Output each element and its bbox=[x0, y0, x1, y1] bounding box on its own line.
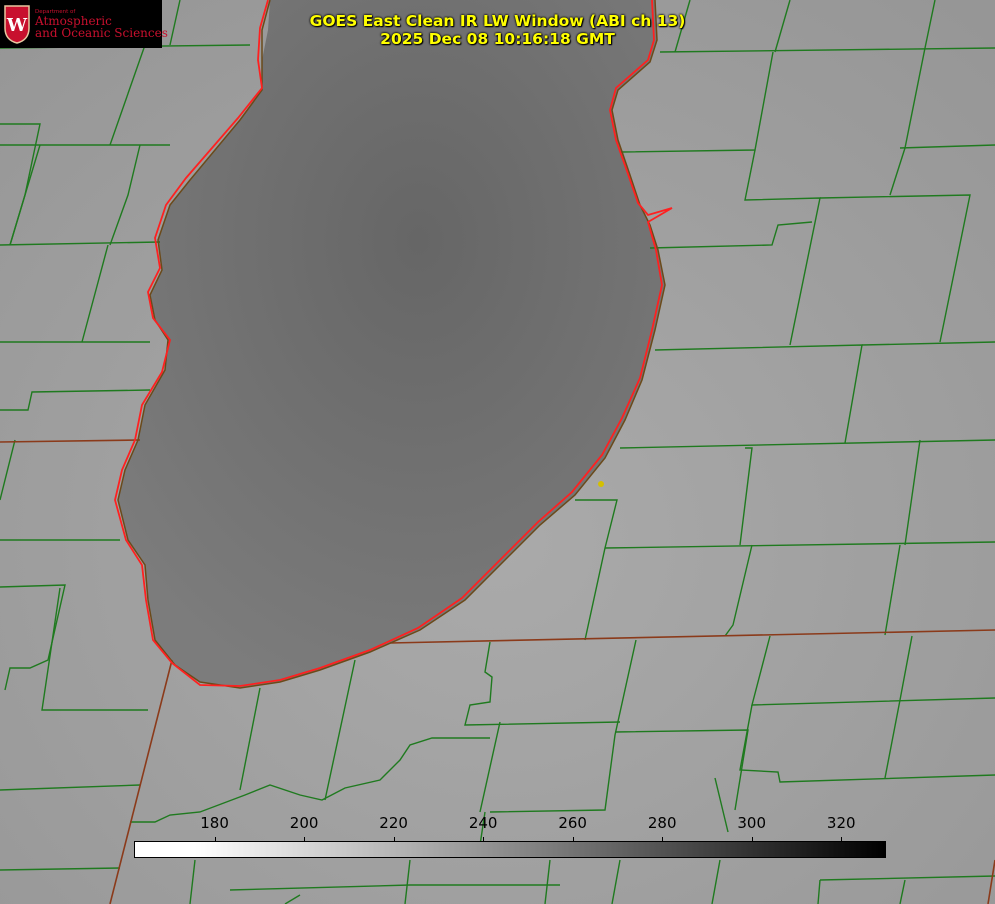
title-product: GOES East Clean IR LW Window (ABI ch 13) bbox=[309, 12, 686, 30]
colorbar bbox=[134, 841, 886, 858]
colorbar-tick-label: 240 bbox=[468, 814, 498, 832]
satellite-image bbox=[0, 0, 995, 904]
location-marker bbox=[598, 481, 604, 487]
colorbar-tick-label: 280 bbox=[647, 814, 677, 832]
colorbar-tick-label: 300 bbox=[737, 814, 767, 832]
colorbar-tick-label: 200 bbox=[289, 814, 319, 832]
colorbar-tick-label: 180 bbox=[200, 814, 229, 832]
satellite-viewer: W Department of Atmospheric and Oceanic … bbox=[0, 0, 995, 904]
colorbar-tick-label: 320 bbox=[826, 814, 856, 832]
colorbar-ticks: 180 200 220 240 260 280 300 320 bbox=[0, 814, 995, 844]
title-timestamp: 2025 Dec 08 10:16:18 GMT bbox=[380, 30, 615, 48]
colorbar-tick-label: 220 bbox=[379, 814, 408, 832]
colorbar-tick-label: 260 bbox=[558, 814, 587, 832]
image-title: GOES East Clean IR LW Window (ABI ch 13)… bbox=[0, 12, 995, 48]
